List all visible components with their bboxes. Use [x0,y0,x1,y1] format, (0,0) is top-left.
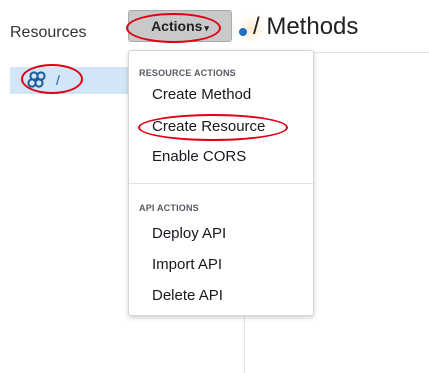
annotation-ellipse-actions [126,13,221,43]
menu-item-delete-api[interactable]: Delete API [152,287,223,304]
menu-item-enable-cors[interactable]: Enable CORS [152,148,246,165]
resources-heading: Resources [10,24,87,41]
status-dot-icon [239,28,247,36]
page-title: / Methods [253,13,359,40]
menu-item-create-method[interactable]: Create Method [152,86,251,103]
menu-separator [129,183,313,184]
annotation-ellipse-resource [21,64,83,94]
annotation-ellipse-create-resource [138,114,288,141]
api-actions-heading: API ACTIONS [139,203,199,213]
menu-item-import-api[interactable]: Import API [152,256,222,273]
resource-actions-heading: RESOURCE ACTIONS [139,68,236,78]
menu-item-deploy-api[interactable]: Deploy API [152,225,226,242]
